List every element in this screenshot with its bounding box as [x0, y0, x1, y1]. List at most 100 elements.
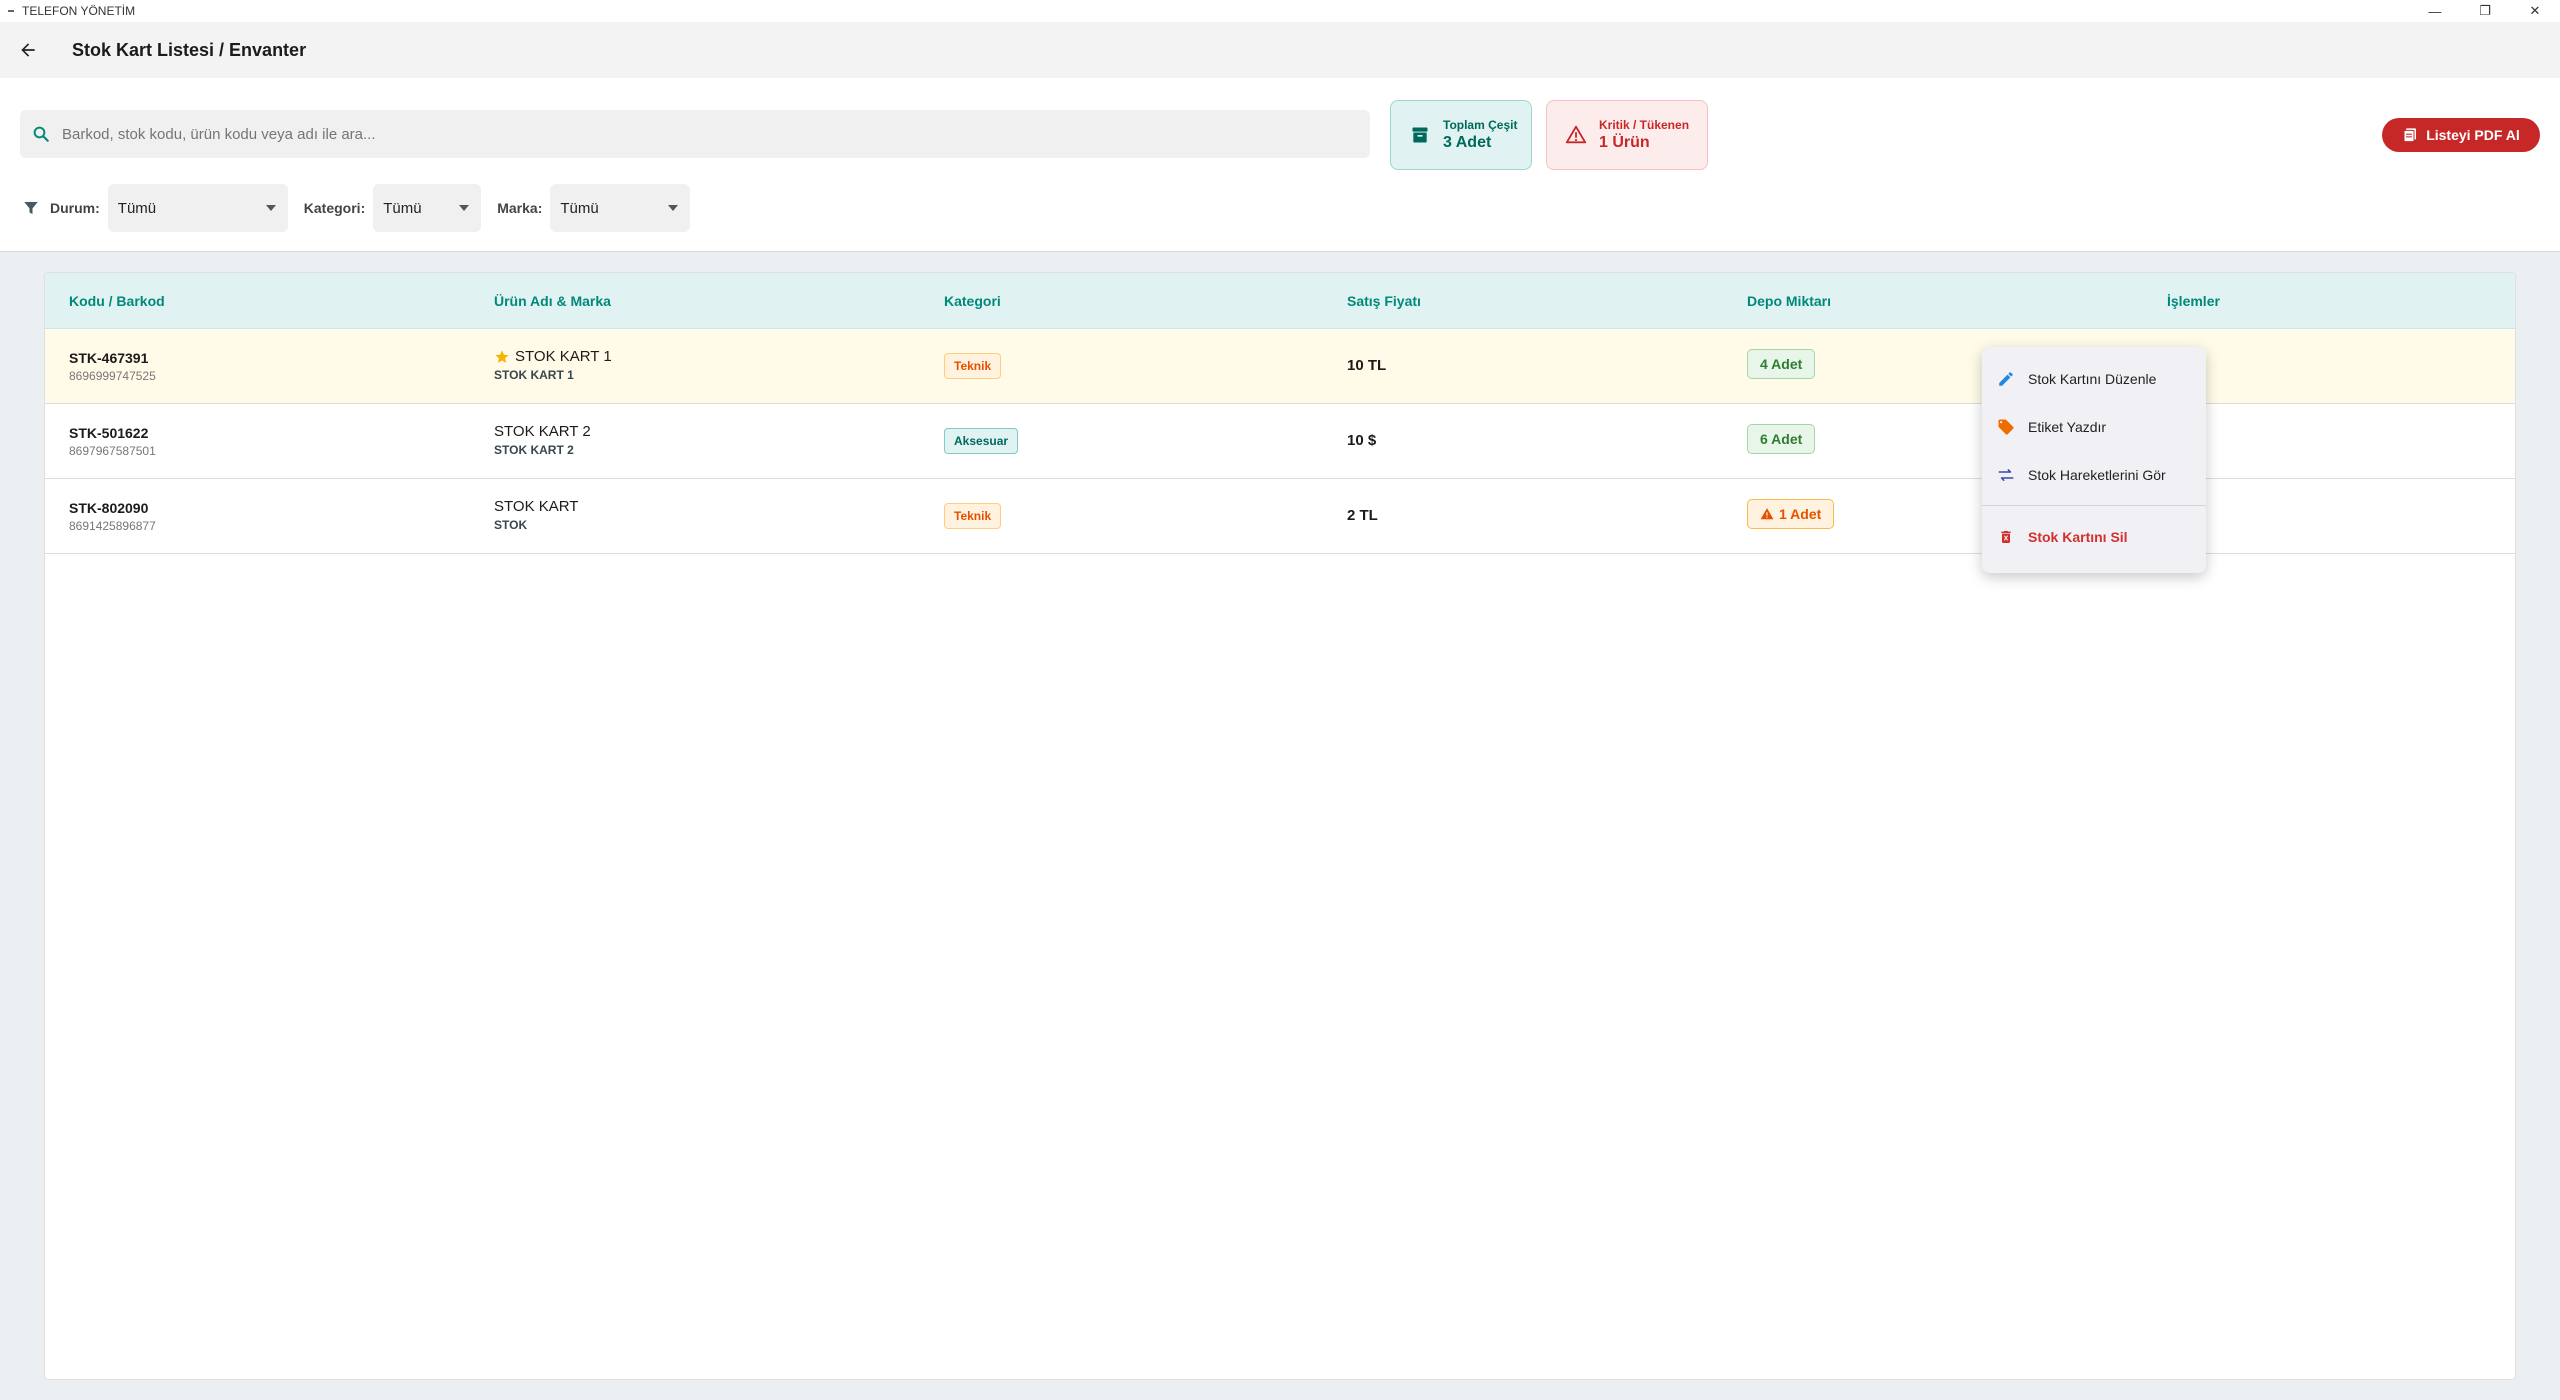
- page-title: Stok Kart Listesi / Envanter: [72, 39, 307, 60]
- row-stock-cell: 1 Adet: [1747, 499, 1835, 529]
- product-name: STOK KART: [494, 498, 579, 515]
- chevron-down-icon: [668, 205, 679, 211]
- row-code-cell: STK-467391 8696999747525: [69, 350, 156, 383]
- column-header-actions: İşlemler: [2167, 293, 2220, 309]
- stock-badge: 4 Adet: [1747, 349, 1816, 379]
- row-price-cell: 10 $: [1347, 432, 1376, 450]
- swap-icon: [1996, 465, 2016, 485]
- search-icon: [32, 125, 50, 143]
- stock-badge: 6 Adet: [1747, 424, 1816, 454]
- stock-code: STK-501622: [69, 425, 149, 441]
- toolbar: Toplam Çeşit 3 Adet Kritik / Tükenen 1 Ü…: [0, 78, 2560, 252]
- barcode: 8691425896877: [69, 519, 156, 533]
- column-header-stock[interactable]: Depo Miktarı: [1747, 293, 1831, 309]
- menu-divider: [1982, 505, 2206, 506]
- category-badge: Aksesuar: [944, 428, 1019, 454]
- product-brand: STOK KART 1: [494, 368, 574, 382]
- stock-badge: 1 Adet: [1747, 499, 1835, 529]
- arrow-left-icon: [21, 43, 35, 57]
- chevron-down-icon: [265, 205, 276, 211]
- row-price-cell: 2 TL: [1347, 507, 1378, 525]
- stat-critical-value: 1 Ürün: [1599, 134, 1650, 151]
- stat-total-value: 3 Adet: [1443, 134, 1492, 151]
- filter-brand-label: Marka:: [497, 200, 543, 216]
- pdf-icon: [2402, 127, 2418, 143]
- edit-icon: [1996, 369, 2016, 389]
- app-header: Stok Kart Listesi / Envanter: [0, 22, 2560, 78]
- filter-category-select[interactable]: Tümü: [373, 184, 482, 232]
- column-header-product[interactable]: Ürün Adı & Marka: [494, 293, 611, 309]
- stat-total-label: Toplam Çeşit: [1443, 118, 1518, 132]
- barcode: 8697967587501: [69, 444, 156, 458]
- filter-bar: Durum: Tümü Kategori: Tümü Marka: Tümü: [22, 184, 706, 232]
- menu-item-label: Stok Kartını Sil: [2028, 529, 2128, 545]
- filter-category-value: Tümü: [383, 199, 422, 217]
- menu-item-label: Etiket Yazdır: [2028, 419, 2107, 435]
- menu-item-print-label[interactable]: Etiket Yazdır: [1982, 403, 2206, 451]
- warning-icon: [1760, 507, 1774, 521]
- row-code-cell: STK-501622 8697967587501: [69, 425, 156, 458]
- window-title: TELEFON YÖNETİM: [22, 4, 136, 18]
- stat-critical-label: Kritik / Tükenen: [1599, 118, 1690, 132]
- row-code-cell: STK-802090 8691425896877: [69, 500, 156, 533]
- menu-item-label: Stok Hareketlerini Gör: [2028, 467, 2166, 483]
- filter-brand-select[interactable]: Tümü: [550, 184, 691, 232]
- app-icon: [8, 10, 14, 12]
- barcode: 8696999747525: [69, 369, 156, 383]
- product-brand: STOK: [494, 518, 528, 532]
- product-name: STOK KART 1: [515, 348, 612, 365]
- stock-value: 1 Adet: [1779, 506, 1822, 522]
- category-badge: Teknik: [944, 503, 1002, 529]
- row-category-cell: Aksesuar: [944, 428, 1019, 454]
- column-header-code[interactable]: Kodu / Barkod: [69, 293, 165, 309]
- window-titlebar: TELEFON YÖNETİM — ❐ ✕: [0, 0, 2560, 22]
- search-box[interactable]: [20, 110, 1370, 158]
- sale-price: 10 $: [1347, 432, 1377, 449]
- stat-total-card: Toplam Çeşit 3 Adet: [1390, 100, 1532, 170]
- tag-icon: [1996, 417, 2016, 437]
- column-header-price[interactable]: Satış Fiyatı: [1347, 293, 1421, 309]
- filter-brand-value: Tümü: [560, 199, 599, 217]
- stock-code: STK-467391: [69, 350, 149, 366]
- trash-icon: [1996, 527, 2016, 547]
- row-product-cell: STOK KART 2 STOK KART 2: [494, 423, 591, 457]
- menu-item-edit[interactable]: Stok Kartını Düzenle: [1982, 355, 2206, 403]
- category-badge: Teknik: [944, 353, 1002, 379]
- sale-price: 10 TL: [1347, 357, 1387, 374]
- filter-icon: [22, 199, 40, 217]
- export-pdf-button[interactable]: Listeyi PDF Al: [2382, 118, 2540, 152]
- menu-item-delete[interactable]: Stok Kartını Sil: [1982, 513, 2206, 561]
- row-stock-cell: 4 Adet: [1747, 349, 1816, 379]
- search-input[interactable]: [62, 125, 1322, 143]
- chevron-down-icon: [459, 205, 470, 211]
- row-price-cell: 10 TL: [1347, 357, 1386, 375]
- stock-code: STK-802090: [69, 500, 149, 516]
- filter-status-value: Tümü: [117, 199, 157, 217]
- row-category-cell: Teknik: [944, 353, 1002, 379]
- back-button[interactable]: [0, 22, 56, 78]
- row-stock-cell: 6 Adet: [1747, 424, 1816, 454]
- window-controls: — ❐ ✕: [2410, 0, 2560, 22]
- column-header-category[interactable]: Kategori: [944, 293, 1001, 309]
- row-context-menu: Stok Kartını Düzenle Etiket Yazdır Stok …: [1982, 347, 2206, 573]
- product-name: STOK KART 2: [494, 423, 591, 440]
- menu-item-movements[interactable]: Stok Hareketlerini Gör: [1982, 451, 2206, 499]
- star-icon: [494, 349, 510, 365]
- table-header: Kodu / Barkod Ürün Adı & Marka Kategori …: [45, 273, 2515, 329]
- minimize-button[interactable]: —: [2410, 0, 2460, 22]
- sale-price: 2 TL: [1347, 507, 1378, 524]
- stat-critical-card: Kritik / Tükenen 1 Ürün: [1546, 100, 1708, 170]
- warning-icon: [1565, 124, 1587, 146]
- row-category-cell: Teknik: [944, 503, 1002, 529]
- row-product-cell: STOK KART 1 STOK KART 1: [494, 348, 612, 382]
- archive-icon: [1409, 124, 1431, 146]
- filter-category-label: Kategori:: [303, 200, 366, 216]
- export-pdf-label: Listeyi PDF Al: [2426, 127, 2520, 143]
- filter-status-label: Durum:: [50, 200, 100, 216]
- menu-item-label: Stok Kartını Düzenle: [2028, 371, 2157, 387]
- restore-button[interactable]: ❐: [2460, 0, 2510, 22]
- product-brand: STOK KART 2: [494, 443, 574, 457]
- filter-status-select[interactable]: Tümü: [107, 184, 288, 232]
- close-button[interactable]: ✕: [2510, 0, 2560, 22]
- row-product-cell: STOK KART STOK: [494, 498, 578, 532]
